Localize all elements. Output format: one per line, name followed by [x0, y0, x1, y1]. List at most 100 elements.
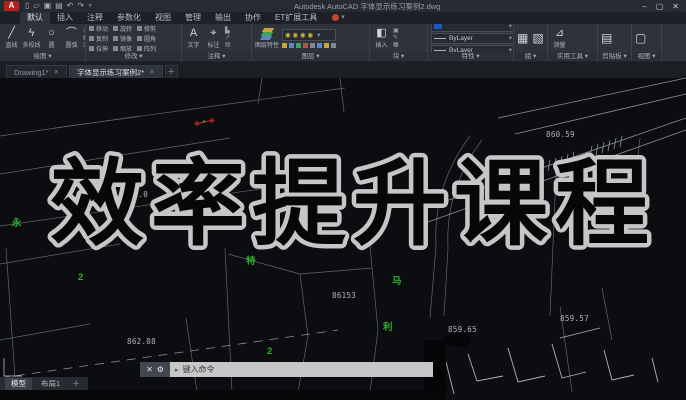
- new-layout-button[interactable]: ＋: [69, 378, 83, 389]
- tool-icon: [113, 45, 119, 51]
- panel-label-视图[interactable]: 视图 ▾: [632, 52, 661, 61]
- tool-icon[interactable]: ✎: [393, 35, 399, 41]
- close-button[interactable]: ✕: [672, 2, 679, 11]
- ribbon-tab-协作[interactable]: 协作: [238, 12, 268, 24]
- ribbon-tab-插入[interactable]: 插入: [50, 12, 80, 24]
- new-tab-button[interactable]: ＋: [164, 65, 178, 78]
- bylayer-select[interactable]: ByLayer ▾: [431, 44, 513, 52]
- 组-icon[interactable]: ▦: [517, 31, 528, 45]
- tool-icon[interactable]: ▭: [83, 28, 85, 34]
- tool-icon[interactable]: ▦: [83, 35, 85, 41]
- layer-tool-icon[interactable]: [289, 42, 295, 48]
- save-icon[interactable]: ▣: [44, 1, 52, 11]
- ribbon-tab-默认[interactable]: 默认: [20, 12, 50, 24]
- 文字-icon: A: [189, 27, 198, 39]
- close-icon[interactable]: ✕: [146, 365, 153, 374]
- ribbon-tab-参数化[interactable]: 参数化: [110, 12, 148, 24]
- maximize-button[interactable]: ▢: [656, 2, 664, 11]
- panel-label-实用工具[interactable]: 实用工具 ▾: [548, 52, 597, 61]
- redo-icon[interactable]: ↷: [77, 1, 84, 11]
- color-select[interactable]: ▾: [431, 24, 513, 32]
- panel-label-块[interactable]: 块 ▾: [370, 52, 427, 61]
- tool-icon[interactable]: ▤: [225, 42, 231, 48]
- tool-icon: [113, 35, 119, 41]
- tool-icon[interactable]: ↗: [225, 35, 231, 41]
- ribbon-tab-ET扩展工具[interactable]: ET扩展工具: [268, 12, 324, 24]
- autocad-logo-icon[interactable]: A: [4, 1, 19, 11]
- tool-复制[interactable]: 复制: [89, 34, 108, 43]
- 视图-icon[interactable]: ▢: [635, 31, 646, 45]
- 组-icon[interactable]: ▧: [532, 31, 543, 45]
- panel-label-剪贴板[interactable]: 剪贴板 ▾: [598, 52, 631, 61]
- elevation-label: 862.08: [127, 337, 156, 346]
- tool-缩放[interactable]: 缩放: [113, 44, 132, 52]
- tool-阵列[interactable]: 阵列: [137, 44, 156, 52]
- panel-label-图层[interactable]: 图层 ▾: [252, 52, 369, 61]
- panel-label-注释[interactable]: 注释 ▾: [182, 52, 251, 61]
- tool-文字[interactable]: A 文字: [185, 27, 202, 49]
- close-tab-icon[interactable]: ✕: [54, 68, 59, 76]
- layer-tool-icon[interactable]: [303, 42, 309, 48]
- ribbon-tab-输出[interactable]: 输出: [208, 12, 238, 24]
- linetype-icon: [434, 49, 446, 51]
- tool-icon[interactable]: ▦: [393, 42, 399, 48]
- chevron-down-icon[interactable]: ▾: [341, 12, 345, 24]
- linetype-icon: [434, 37, 446, 39]
- menu-tabs: 默认 插入 注释 参数化 视图 管理 输出 协作 ET扩展工具: [20, 12, 324, 24]
- tool-多段线[interactable]: ϟ 多段线: [23, 27, 41, 49]
- layout-tab-布局1[interactable]: 布局1: [35, 378, 66, 390]
- file-tab[interactable]: Drawing1* ✕: [6, 65, 68, 78]
- panel-label-修改[interactable]: 修改 ▾: [86, 52, 181, 61]
- 剪贴板-icon[interactable]: ▤: [601, 31, 612, 45]
- tool-icon[interactable]: ▙: [225, 28, 231, 34]
- panel-label-绘图[interactable]: 绘图 ▾: [0, 52, 85, 61]
- record-icon[interactable]: [332, 14, 340, 21]
- command-input[interactable]: ▸ 键入命令: [170, 362, 433, 377]
- bylayer-select[interactable]: ByLayer ▾: [431, 32, 513, 44]
- tool-旋转[interactable]: 旋转: [113, 24, 132, 33]
- layer-select[interactable]: ◉ ◉ ◉ ◉ ▾: [282, 28, 337, 41]
- tool-标注[interactable]: ⌖ 标注: [205, 27, 222, 49]
- ribbon-tab-管理[interactable]: 管理: [178, 12, 208, 24]
- layer-tool-icon[interactable]: [317, 42, 323, 48]
- panel-label-特性[interactable]: 特性 ▾: [428, 52, 513, 61]
- dark-patch: [445, 333, 471, 347]
- tool-icon: [137, 35, 143, 41]
- tool-icon[interactable]: ◫: [83, 42, 85, 48]
- layer-properties-button[interactable]: 图层特性: [255, 27, 279, 49]
- command-prompt: 键入命令: [182, 365, 215, 374]
- tool-修剪[interactable]: 修剪: [137, 24, 156, 33]
- tool-移动[interactable]: 移动: [89, 24, 108, 33]
- tool-icon[interactable]: ▣: [393, 28, 399, 34]
- layer-tool-icon[interactable]: [310, 42, 316, 48]
- tool-圆弧[interactable]: ⌒ 圆弧: [63, 27, 80, 49]
- tool-拉伸[interactable]: 拉伸: [89, 44, 108, 52]
- layer-tool-icon[interactable]: [296, 42, 302, 48]
- layer-tool-icon[interactable]: [331, 42, 337, 48]
- green-cad-label: 利: [382, 321, 393, 333]
- 圆弧-icon: ⌒: [66, 27, 77, 39]
- tool-镜像[interactable]: 镜像: [113, 34, 132, 43]
- tool-插入[interactable]: ◧ 插入: [373, 27, 390, 49]
- layer-tool-icon[interactable]: [324, 42, 330, 48]
- file-tab[interactable]: 字体显示练习案例2* ✕: [69, 65, 163, 78]
- tool-圆角[interactable]: 圆角: [137, 34, 156, 43]
- command-line-grip[interactable]: ✕ ⚙: [140, 362, 170, 377]
- window-controls: – ▢ ✕: [642, 2, 682, 11]
- minimize-button[interactable]: –: [642, 2, 646, 11]
- new-icon[interactable]: ▯: [25, 1, 29, 11]
- plot-icon[interactable]: ▤: [55, 1, 63, 11]
- tool-测量[interactable]: ⊿ 测量: [551, 27, 568, 49]
- tool-圆[interactable]: ○ 圆: [43, 27, 60, 49]
- close-tab-icon[interactable]: ✕: [149, 68, 154, 76]
- ribbon-tab-注释[interactable]: 注释: [80, 12, 110, 24]
- layout-tab-模型[interactable]: 模型: [5, 377, 32, 390]
- wrench-icon[interactable]: ⚙: [157, 365, 164, 374]
- tool-直线[interactable]: ╱ 直线: [3, 27, 20, 49]
- undo-icon[interactable]: ↶: [67, 1, 74, 11]
- layer-tool-icon[interactable]: [282, 42, 288, 48]
- ribbon-tab-视图[interactable]: 视图: [148, 12, 178, 24]
- drawing-canvas[interactable]: 860.59 862.0 860.3 86153 862.08 859.65 859.57 …: [0, 78, 686, 400]
- panel-label-组[interactable]: 组 ▾: [514, 52, 547, 61]
- open-icon[interactable]: ▱: [33, 1, 39, 11]
